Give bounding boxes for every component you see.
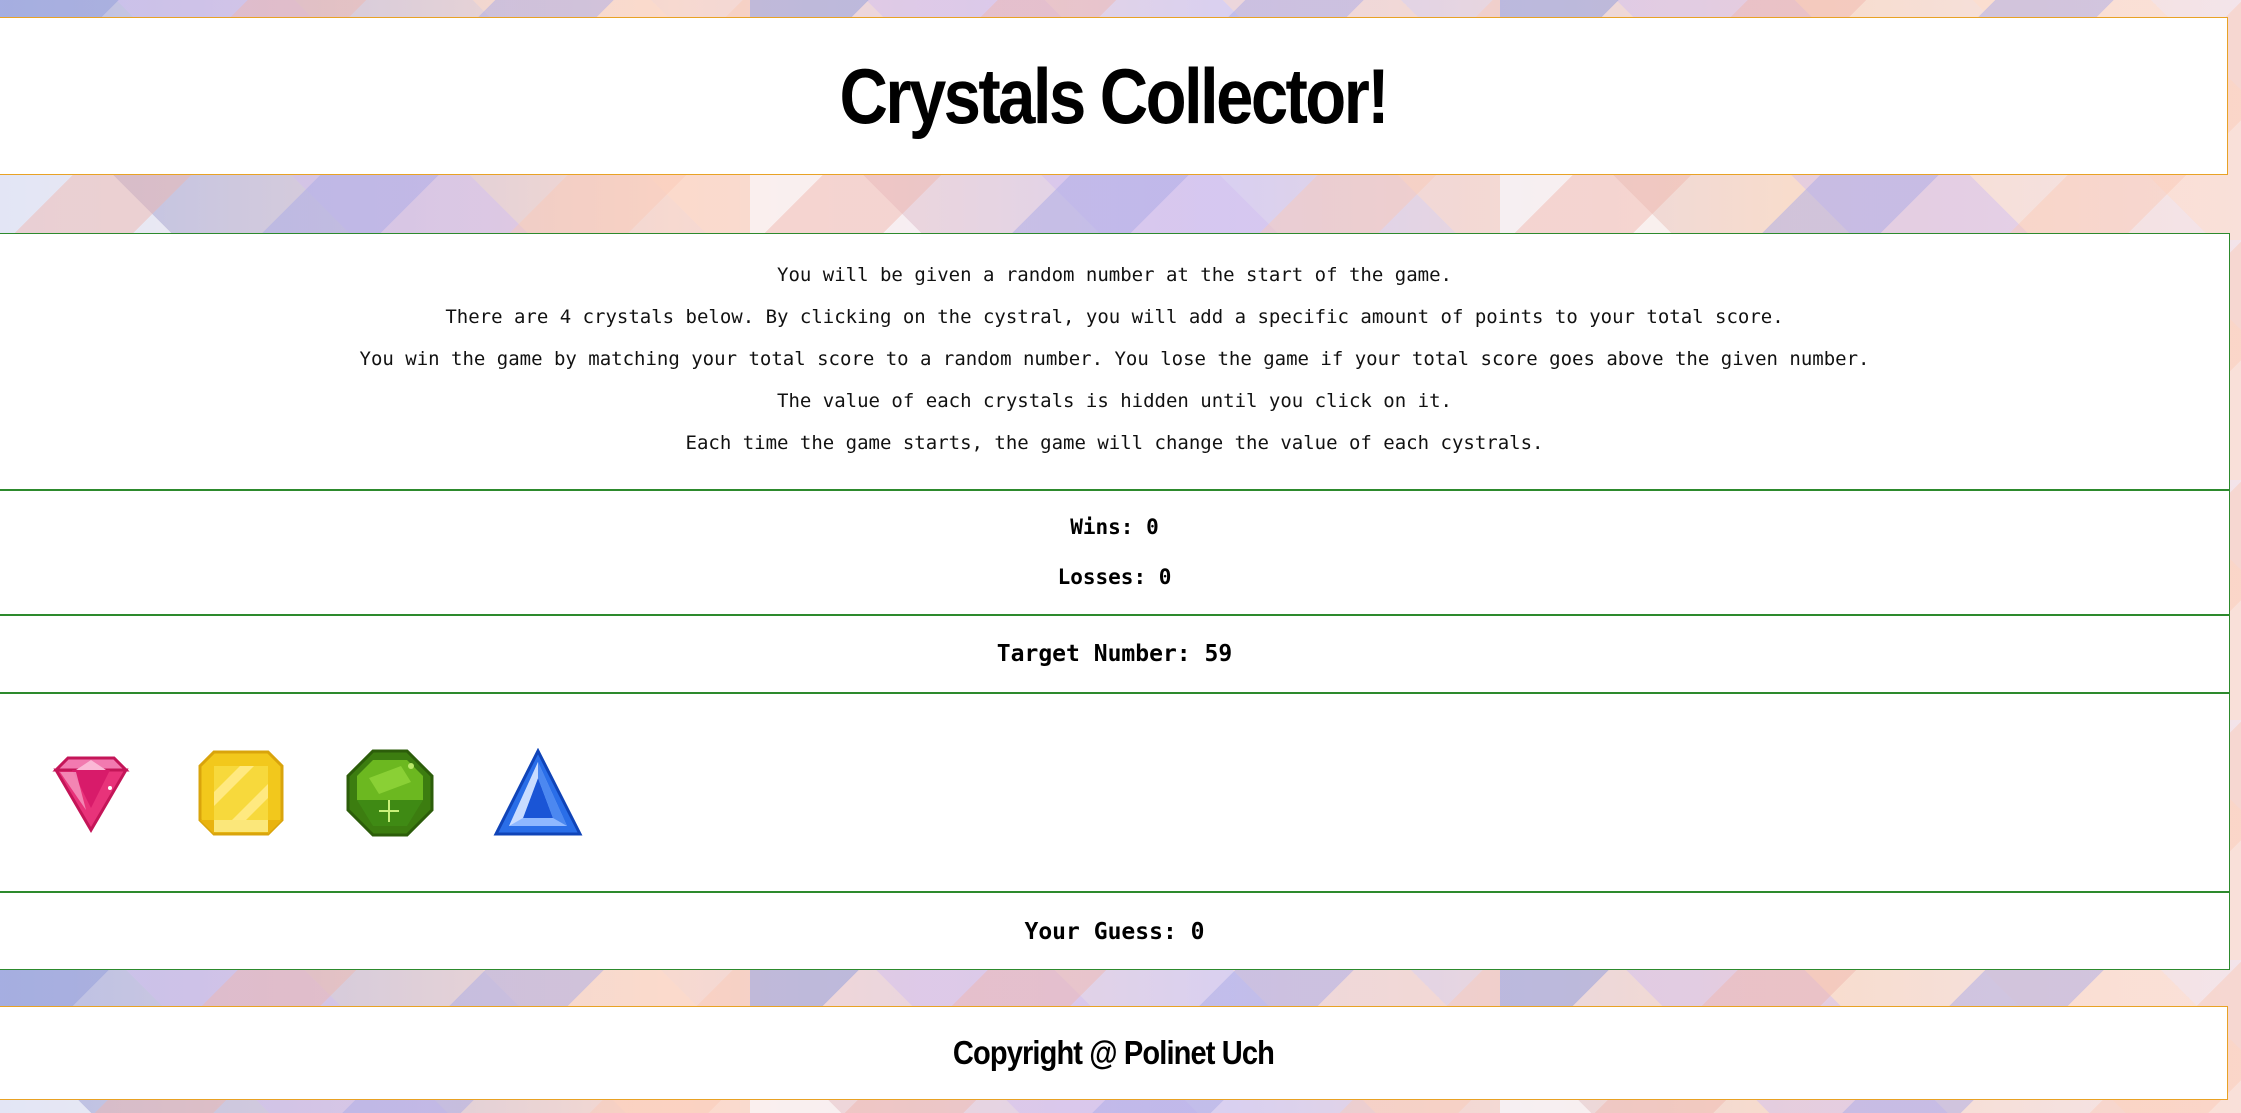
page-title: Crystals Collector!	[839, 51, 1390, 140]
crystal-button-pink[interactable]	[46, 748, 136, 838]
target-number: Target Number: 59	[996, 641, 1233, 667]
crystal-button-green[interactable]	[345, 748, 435, 838]
your-guess: Your Guess: 0	[1024, 919, 1205, 945]
instruction-line: There are 4 crystals below. By clicking …	[445, 306, 1784, 328]
instruction-line: Each time the game starts, the game will…	[685, 432, 1544, 454]
crystal-button-blue[interactable]	[493, 748, 583, 838]
instructions-section: You will be given a random number at the…	[0, 234, 2229, 491]
crystals-section	[0, 694, 2229, 893]
instruction-line: You win the game by matching your total …	[359, 348, 1870, 370]
target-section: Target Number: 59	[0, 616, 2229, 694]
blue-gem-icon	[493, 748, 583, 836]
guess-section: Your Guess: 0	[0, 893, 2229, 971]
instruction-line: The value of each crystals is hidden unt…	[777, 390, 1452, 412]
header-panel: Crystals Collector!	[0, 17, 2228, 175]
yellow-gem-icon	[198, 750, 284, 836]
crystal-button-yellow[interactable]	[196, 748, 286, 838]
pink-gem-icon	[52, 756, 130, 833]
green-gem-icon	[346, 749, 434, 837]
wins-counter: Wins: 0	[1070, 515, 1159, 539]
footer-panel: Copyright @ Polinet Uch	[0, 1006, 2228, 1100]
instruction-line: You will be given a random number at the…	[777, 264, 1452, 286]
score-section: Wins: 0 Losses: 0	[0, 491, 2229, 616]
losses-counter: Losses: 0	[1057, 565, 1172, 589]
game-container: You will be given a random number at the…	[0, 233, 2230, 970]
copyright-text: Copyright @ Polinet Uch	[952, 1034, 1275, 1071]
page: { "header": { "title": "Crystals Collect…	[0, 0, 2241, 1113]
